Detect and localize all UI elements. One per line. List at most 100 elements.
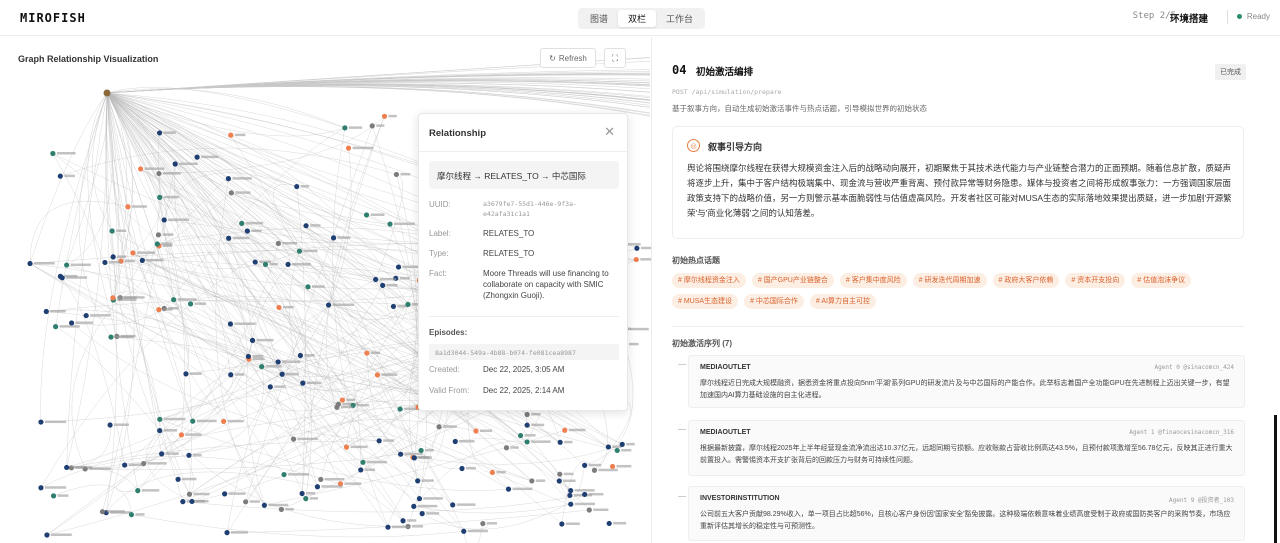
topic-tag[interactable]: # 国产GPU产业链整合 — [751, 273, 834, 288]
graph-node[interactable] — [586, 507, 592, 513]
graph-node[interactable] — [398, 451, 404, 457]
graph-node[interactable] — [614, 447, 620, 454]
graph-node[interactable] — [245, 353, 251, 360]
graph-node[interactable] — [259, 364, 265, 370]
graph-node[interactable] — [244, 228, 250, 234]
graph-node[interactable] — [156, 130, 163, 136]
refresh-button[interactable]: ↻ Refresh — [540, 48, 596, 68]
graph-node[interactable] — [38, 485, 44, 491]
graph-node[interactable] — [606, 520, 612, 527]
graph-node[interactable] — [161, 217, 167, 223]
graph-node[interactable] — [243, 499, 249, 505]
graph-node[interactable] — [43, 308, 49, 315]
graph-node[interactable] — [452, 438, 458, 445]
post-card[interactable]: MEDIAOUTLET Agent 1 @financesinacomcn_31… — [688, 420, 1245, 476]
graph-node[interactable] — [221, 418, 227, 424]
graph-node[interactable] — [138, 166, 144, 172]
graph-node[interactable] — [405, 301, 411, 308]
topic-tag[interactable]: # MUSA生态建设 — [672, 294, 739, 309]
tab-graph[interactable]: 图谱 — [580, 10, 618, 27]
graph-node[interactable] — [397, 406, 403, 412]
graph-node[interactable] — [364, 350, 370, 356]
graph-node[interactable] — [187, 301, 194, 307]
graph-node[interactable] — [557, 439, 563, 445]
app-logo[interactable]: MIROFISH — [20, 11, 86, 25]
graph-node[interactable] — [135, 488, 141, 494]
graph-node[interactable] — [343, 444, 350, 450]
graph-node[interactable] — [224, 530, 230, 536]
graph-node[interactable] — [38, 419, 44, 425]
graph-node[interactable] — [183, 371, 189, 377]
graph-node[interactable] — [294, 183, 300, 190]
graph-node[interactable] — [157, 416, 163, 422]
graph-node[interactable] — [369, 123, 375, 129]
graph-node[interactable] — [159, 451, 165, 457]
graph-node[interactable] — [605, 444, 611, 450]
graph-node[interactable] — [99, 509, 106, 515]
graph-hub-node[interactable] — [103, 89, 111, 97]
topic-tag[interactable]: # 摩尔线程资金注入 — [672, 273, 746, 288]
graph-node[interactable] — [358, 467, 364, 473]
graph-node[interactable] — [461, 528, 467, 534]
graph-node[interactable] — [128, 512, 135, 518]
graph-node[interactable] — [411, 503, 417, 509]
graph-node[interactable] — [172, 161, 178, 167]
graph-node[interactable] — [50, 493, 57, 499]
graph-node[interactable] — [418, 447, 424, 454]
graph-node[interactable] — [503, 445, 510, 451]
graph-node[interactable] — [190, 418, 196, 424]
graph-node[interactable] — [228, 132, 234, 138]
graph-node[interactable] — [556, 478, 562, 484]
graph-node[interactable] — [171, 297, 177, 303]
graph-node[interactable] — [261, 502, 267, 508]
graph-node[interactable] — [296, 248, 303, 254]
graph-node[interactable] — [373, 276, 379, 283]
graph-node[interactable] — [194, 154, 200, 160]
graph-node[interactable] — [459, 465, 465, 472]
graph-node[interactable] — [567, 492, 573, 499]
graph-node[interactable] — [27, 260, 33, 267]
graph-node[interactable] — [125, 204, 131, 210]
graph-node[interactable] — [415, 478, 421, 484]
graph-node[interactable] — [290, 436, 297, 442]
graph-node[interactable] — [297, 352, 304, 359]
graph-node[interactable] — [178, 432, 185, 438]
graph-node[interactable] — [285, 261, 291, 268]
topic-tag[interactable]: # 估值泡沫争议 — [1131, 273, 1192, 288]
graph-node[interactable] — [299, 490, 305, 497]
graph-node[interactable] — [416, 496, 423, 502]
graph-node[interactable] — [275, 359, 281, 365]
graph-node[interactable] — [139, 257, 145, 264]
graph-node[interactable] — [50, 150, 56, 157]
graph-node[interactable] — [345, 145, 352, 151]
scrollbar[interactable] — [1274, 415, 1277, 543]
graph-node[interactable] — [524, 439, 530, 445]
graph-node[interactable] — [303, 496, 309, 502]
graph-node[interactable] — [222, 491, 228, 497]
graph-node[interactable] — [281, 471, 287, 478]
graph-node[interactable] — [634, 245, 640, 251]
graph-node[interactable] — [59, 275, 65, 281]
graph-node[interactable] — [83, 312, 89, 319]
graph-node[interactable] — [411, 455, 417, 461]
graph-node[interactable] — [334, 404, 340, 410]
graph-node[interactable] — [44, 532, 50, 538]
graph-node[interactable] — [278, 506, 284, 513]
graph-node[interactable] — [64, 464, 70, 471]
graph-node[interactable] — [517, 432, 524, 439]
fullscreen-button[interactable]: ⛶ — [604, 48, 626, 68]
graph-node[interactable] — [186, 491, 193, 497]
graph-node[interactable] — [559, 521, 565, 527]
graph-node[interactable] — [156, 170, 162, 177]
topic-tag[interactable]: # 客户集中度风险 — [839, 273, 907, 288]
graph-node[interactable] — [363, 212, 370, 218]
graph-node[interactable] — [395, 264, 402, 270]
tab-workbench[interactable]: 工作台 — [656, 10, 703, 27]
graph-node[interactable] — [582, 462, 588, 468]
graph-node[interactable] — [262, 261, 269, 268]
graph-node[interactable] — [252, 259, 258, 265]
graph-node[interactable] — [609, 463, 616, 470]
graph-node[interactable] — [157, 194, 163, 200]
graph-node[interactable] — [155, 232, 162, 238]
topic-tag[interactable]: # 研发迭代周期加速 — [912, 273, 987, 288]
